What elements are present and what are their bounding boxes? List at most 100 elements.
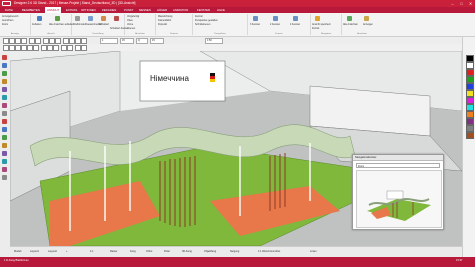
add-tab-button[interactable]: +: [66, 250, 67, 253]
ribbon-button-vorgefertigt[interactable]: Vorgefertigt: [127, 15, 139, 18]
ribbon-group-fenster: 3 Fenster 2 Fenster 4 Fenster Fenster: [248, 14, 311, 35]
ribbon: Anzeigebereich Ausrichten Zoom Anzeige A…: [0, 13, 475, 37]
ribbon-button-aufteilen[interactable]: Aufteilen: [32, 23, 41, 26]
ribbon-button-4-fenster[interactable]: 4 Fenster: [290, 23, 300, 26]
ribbon-button-anzeigebereich[interactable]: Anzeigebereich: [2, 15, 18, 18]
four-windows-icon: [293, 16, 298, 21]
window-title: Designer 2.6 3D Stand - 2017 | Messe-Pro…: [14, 1, 136, 5]
ribbon-button-anzeigen[interactable]: Anzeigen: [363, 23, 373, 26]
3d-snap-toggle[interactable]: 3D-Fang: [182, 250, 192, 253]
navigator-window[interactable]: Navigationsfenster Zoom: [352, 154, 444, 230]
maximize-button[interactable]: □: [457, 0, 466, 7]
three-windows-icon: [253, 16, 258, 21]
ribbon-button-ausrichten[interactable]: Ausrichten: [2, 19, 13, 22]
ribbon-button-alle-aufteilen[interactable]: Alle Ansichten aufteilen: [49, 23, 74, 26]
circle-tool-icon[interactable]: [2, 79, 7, 84]
ribbon-group-ansichten-2: Alle Ansichten Anzeigen Ansichten: [342, 14, 382, 35]
pointer-tool-icon[interactable]: [2, 55, 7, 60]
polar-toggle[interactable]: Polar: [164, 250, 170, 253]
full-model-icon: [88, 16, 93, 21]
camera-tool-icon[interactable]: [2, 159, 7, 164]
split-all-icon: [55, 16, 60, 21]
all-views-icon: [347, 16, 352, 21]
material-tool-icon[interactable]: [2, 175, 7, 180]
ribbon-button-schattiert[interactable]: Schattiert: [99, 23, 109, 26]
ribbon-button-zentral[interactable]: Zentral: [195, 15, 202, 18]
ribbon-button-schnittebenen[interactable]: Schnittebenen: [195, 23, 210, 26]
navigator-thumbnail: [367, 190, 431, 221]
ribbon-group-label: Navigation: [320, 33, 332, 35]
stair-tool-icon[interactable]: [2, 143, 7, 148]
ribbon-button-vorne[interactable]: Vorne: [127, 23, 133, 26]
color-swatch-black[interactable]: [466, 55, 474, 62]
ribbon-button-mausrichtung[interactable]: Mausrichtung: [158, 15, 172, 18]
color-swatch-gray[interactable]: [466, 125, 474, 132]
object-snap-toggle[interactable]: Objektfang: [204, 250, 216, 253]
lines-toggle[interactable]: Linien: [310, 250, 317, 253]
roof-tool-icon[interactable]: [2, 151, 7, 156]
spline-tool-icon[interactable]: [2, 95, 7, 100]
color-swatch-magenta[interactable]: [466, 97, 474, 104]
light-tool-icon[interactable]: [2, 167, 7, 172]
ribbon-button-ebenen[interactable]: Ebenen: [127, 27, 135, 30]
ribbon-button-zoom[interactable]: Zoom: [2, 23, 8, 26]
ribbon-button-perspektive-gestalten[interactable]: Perspektive gestalten: [195, 19, 218, 22]
status-clock: 15:37: [456, 259, 463, 262]
line-tool-icon[interactable]: [2, 63, 7, 68]
close-button[interactable]: ✕: [466, 0, 475, 7]
snap-toggle[interactable]: Fang: [130, 250, 136, 253]
ribbon-button-kamerafahrt[interactable]: Kamerafahrt: [158, 19, 171, 22]
ribbon-group-anzeige: Anzeigebereich Ausrichten Zoom Anzeige: [0, 14, 31, 35]
color-swatch-brown[interactable]: [466, 132, 474, 139]
ribbon-button-fixpunkt[interactable]: Fixpunkt: [158, 23, 167, 26]
grid-toggle[interactable]: Raster: [110, 250, 117, 253]
scale-toggle[interactable]: 1:1: [90, 250, 93, 253]
text-tool-icon[interactable]: [2, 103, 7, 108]
ribbon-group-kamera: Mausrichtung Kamerafahrt Fixpunkt Kamera: [156, 14, 193, 35]
navigator-zoom-input[interactable]: Zoom: [356, 163, 440, 168]
ribbon-group-label: Perspektive: [214, 33, 226, 35]
color-swatch-red[interactable]: [466, 69, 474, 76]
tab-modell[interactable]: Modell: [14, 250, 21, 253]
split-view-icon: [37, 16, 42, 21]
tab-layout2[interactable]: Layout2: [48, 250, 57, 253]
status-left: 1 D-Fang Blattformen: [4, 259, 29, 262]
booth-sign-text: Німеччина: [150, 74, 189, 83]
color-swatch-white[interactable]: [466, 62, 474, 69]
minimize-button[interactable]: –: [448, 0, 457, 7]
title-bar: Designer 2.6 3D Stand - 2017 | Messe-Pro…: [0, 0, 475, 7]
status-bar: 1 D-Fang Blattformen 15:37: [0, 257, 475, 267]
wall-tool-icon[interactable]: [2, 119, 7, 124]
ribbon-button-2-fenster[interactable]: 2 Fenster: [270, 23, 280, 26]
color-swatch-yellow[interactable]: [466, 90, 474, 97]
color-palette: [462, 37, 475, 257]
two-windows-icon: [273, 16, 278, 21]
ribbon-button-3-fenster[interactable]: 3 Fenster: [250, 23, 260, 26]
polygon-tool-icon[interactable]: [2, 87, 7, 92]
ribbon-button-zurueck[interactable]: Zurück: [312, 27, 319, 30]
ortho-toggle[interactable]: Ortho: [146, 250, 152, 253]
ribbon-group-label: Ansichten: [357, 33, 367, 35]
color-swatch-purple[interactable]: [466, 118, 474, 125]
window-tool-icon[interactable]: [2, 135, 7, 140]
wall-plan-toggle[interactable]: 1:1 Wand-Grundriss: [258, 250, 280, 253]
rect-tool-icon[interactable]: [2, 71, 7, 76]
ribbon-group-label: Fenster: [275, 33, 283, 35]
app-logo-icon: [2, 1, 11, 6]
tab-layout1[interactable]: Layout1: [30, 250, 39, 253]
ribbon-group-label: Anzeige: [11, 33, 19, 35]
measure-tool-icon[interactable]: [2, 111, 7, 116]
show-views-icon: [364, 16, 369, 21]
ribbon-button-ansicht-speichern[interactable]: Ansicht speichern: [312, 23, 331, 26]
color-swatch-cyan[interactable]: [466, 104, 474, 111]
door-tool-icon[interactable]: [2, 127, 7, 132]
navigator-preview[interactable]: [356, 170, 442, 228]
color-swatch-blue[interactable]: [466, 83, 474, 90]
ribbon-button-alle-ansichten[interactable]: Alle Ansichten: [343, 23, 358, 26]
ribbon-button-oben[interactable]: Oben: [127, 19, 133, 22]
color-swatch-orange[interactable]: [466, 111, 474, 118]
ribbon-button-drahtmodell[interactable]: Drahtmodell: [73, 23, 86, 26]
slope-toggle[interactable]: Neigung: [230, 250, 239, 253]
color-swatch-green[interactable]: [466, 76, 474, 83]
ribbon-group-label: Kamera: [170, 33, 178, 35]
